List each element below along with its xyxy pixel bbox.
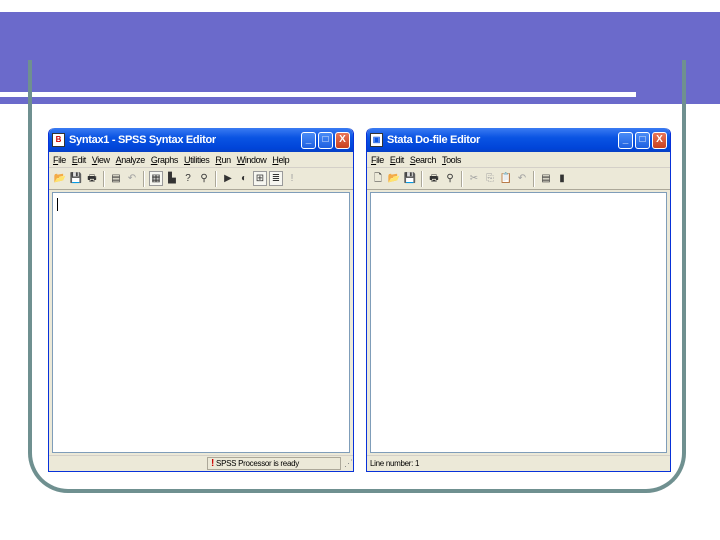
toolbar-separator <box>143 170 145 187</box>
stata-app-icon: ▣ <box>370 133 383 147</box>
undo-icon[interactable]: ↶ <box>515 171 529 186</box>
info-icon[interactable]: ! <box>285 171 299 186</box>
spss-menu-graphs[interactable]: Graphs <box>151 155 179 165</box>
syntax-help-icon[interactable]: ◐ <box>237 171 251 186</box>
dialog-recall-icon[interactable]: ▤ <box>109 171 123 186</box>
run-icon[interactable]: ▮ <box>555 171 569 186</box>
print-icon[interactable]: 🖶 <box>427 171 441 186</box>
open-icon[interactable]: 📂 <box>387 171 401 186</box>
find-icon[interactable]: ⚲ <box>443 171 457 186</box>
print-icon[interactable]: 🖶 <box>85 171 99 186</box>
processor-ready-icon: ! <box>211 458 215 469</box>
toolbar-separator <box>461 170 463 187</box>
stata-close-button[interactable]: X <box>652 131 667 149</box>
spss-titlebar[interactable]: B Syntax1 - SPSS Syntax Editor _ □ X <box>49 128 353 152</box>
spss-menubar: File Edit View Analyze Graphs Utilities … <box>49 152 353 168</box>
stata-do-file-editor-window: ▣ Stata Do-file Editor _ □ X File Edit S… <box>366 128 671 472</box>
spss-status-processor: ! SPSS Processor is ready <box>207 457 341 470</box>
spss-menu-help[interactable]: Help <box>272 155 289 165</box>
save-icon[interactable]: 💾 <box>69 171 83 186</box>
save-icon[interactable]: 💾 <box>403 171 417 186</box>
spss-window-title: Syntax1 - SPSS Syntax Editor <box>69 134 216 146</box>
spss-menu-run[interactable]: Run <box>215 155 231 165</box>
spss-menu-analyze[interactable]: Analyze <box>116 155 146 165</box>
spss-close-button[interactable]: X <box>335 131 350 149</box>
undo-icon[interactable]: ↶ <box>125 171 139 186</box>
stata-maximize-button[interactable]: □ <box>635 131 650 149</box>
toolbar-separator <box>421 170 423 187</box>
spss-app-icon: B <box>52 133 65 147</box>
copy-icon[interactable]: ⎘ <box>483 171 497 186</box>
use-sets-icon[interactable]: ≣ <box>269 171 283 186</box>
stata-titlebar[interactable]: ▣ Stata Do-file Editor _ □ X <box>367 128 670 152</box>
do-file-icon[interactable]: ▤ <box>539 171 553 186</box>
open-folder-icon[interactable]: 📂 <box>53 171 67 186</box>
toolbar-separator <box>215 170 217 187</box>
spss-menu-utilities[interactable]: Utilities <box>184 155 210 165</box>
stata-menu-search[interactable]: Search <box>410 155 437 165</box>
stata-status-line-number: Line number: 1 <box>370 459 420 468</box>
goto-data-icon[interactable]: ▦ <box>149 171 163 186</box>
spss-menu-file[interactable]: File <box>53 155 66 165</box>
toolbar-separator <box>533 170 535 187</box>
stata-menu-tools[interactable]: Tools <box>442 155 461 165</box>
stata-menu-edit[interactable]: Edit <box>390 155 404 165</box>
spss-menu-edit[interactable]: Edit <box>72 155 86 165</box>
stata-toolbar: 🗋 📂 💾 🖶 ⚲ ✂ ⎘ 📋 ↶ ▤ ▮ <box>367 168 670 190</box>
spss-status-text: SPSS Processor is ready <box>216 459 299 468</box>
find-variables-icon[interactable]: ? <box>181 171 195 186</box>
find-icon[interactable]: ⚲ <box>197 171 211 186</box>
stata-minimize-button[interactable]: _ <box>618 131 633 149</box>
spss-statusbar: ! SPSS Processor is ready ⋰ <box>49 455 353 471</box>
spss-menu-window[interactable]: Window <box>237 155 267 165</box>
stata-menubar: File Edit Search Tools <box>367 152 670 168</box>
spss-syntax-text-area[interactable] <box>52 192 350 453</box>
paste-icon[interactable]: 📋 <box>499 171 513 186</box>
goto-chart-icon[interactable]: ▙ <box>165 171 179 186</box>
spss-menu-view[interactable]: View <box>92 155 110 165</box>
run-icon[interactable]: ▶ <box>221 171 235 186</box>
value-labels-icon[interactable]: ⊞ <box>253 171 267 186</box>
stata-do-file-text-area[interactable] <box>370 192 667 453</box>
spss-syntax-editor-window: B Syntax1 - SPSS Syntax Editor _ □ X Fil… <box>48 128 354 472</box>
stata-window-title: Stata Do-file Editor <box>387 134 481 146</box>
resize-grip-icon[interactable]: ⋰ <box>341 458 353 470</box>
spss-toolbar: 📂 💾 🖶 ▤ ↶ ▦ ▙ ? ⚲ ▶ ◐ ⊞ ≣ ! <box>49 168 353 190</box>
stata-statusbar: Line number: 1 <box>367 455 670 471</box>
new-file-icon[interactable]: 🗋 <box>371 171 385 186</box>
cut-icon[interactable]: ✂ <box>467 171 481 186</box>
spss-maximize-button[interactable]: □ <box>318 131 333 149</box>
text-caret <box>57 198 58 211</box>
stata-menu-file[interactable]: File <box>371 155 384 165</box>
toolbar-separator <box>103 170 105 187</box>
spss-minimize-button[interactable]: _ <box>301 131 316 149</box>
